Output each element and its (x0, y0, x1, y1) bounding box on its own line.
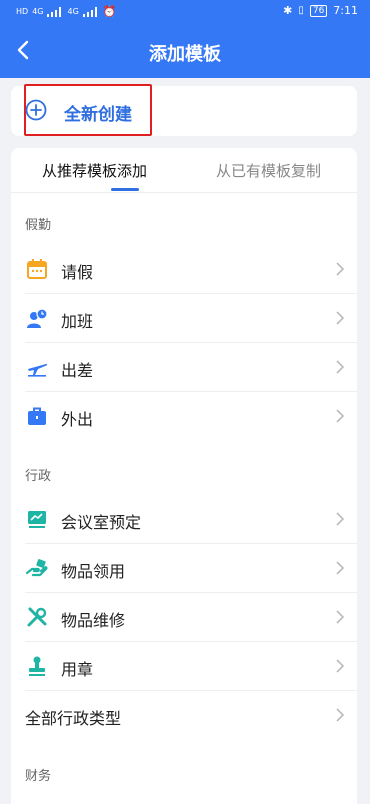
status-left: HD 4G 4G ⏰ (16, 5, 116, 18)
status-right: ✱ ▯ 76 7:11 (283, 4, 358, 17)
item-label: 用章 (61, 660, 94, 679)
list-item-business-trip[interactable]: 出差 (11, 343, 357, 392)
tools-icon (27, 607, 47, 627)
chevron-right-icon (336, 262, 345, 276)
list-item-overtime[interactable]: 加班 (11, 294, 357, 343)
sim1-label: HD (16, 7, 29, 16)
status-bar: HD 4G 4G ⏰ ✱ ▯ 76 7:11 (0, 0, 370, 24)
item-label: 外出 (61, 410, 94, 429)
chevron-right-icon (336, 409, 345, 423)
plus-circle-icon[interactable] (25, 99, 47, 121)
template-tabs: 从推荐模板添加 从已有模板复制 (11, 148, 357, 192)
list-item-all-admin-types[interactable]: 全部行政类型 (11, 691, 357, 740)
chevron-right-icon (336, 610, 345, 624)
chevron-right-icon (336, 360, 345, 374)
vibrate-icon: ▯ (298, 5, 304, 16)
time-text: 7:11 (333, 4, 358, 17)
battery-icon: 76 (309, 4, 328, 17)
list-item-leave-request[interactable]: 请假 (11, 245, 357, 294)
list-item-item-repair[interactable]: 物品维修 (11, 593, 357, 642)
airplane-icon (28, 363, 48, 377)
alarm-icon: ⏰ (102, 5, 117, 18)
chevron-right-icon (336, 512, 345, 526)
active-tab-indicator (111, 188, 139, 191)
app-header: 添加模板 (0, 24, 370, 78)
item-label: 加班 (61, 312, 94, 331)
chevron-right-icon (336, 708, 345, 722)
page-title: 添加模板 (149, 44, 221, 65)
calendar-icon (27, 259, 47, 279)
user-clock-icon (27, 308, 48, 328)
network1-label: 4G (32, 7, 44, 16)
signal2-icon (82, 6, 99, 17)
item-label: 请假 (61, 263, 94, 282)
item-label: 会议室预定 (61, 513, 142, 532)
item-label: 全部行政类型 (25, 709, 122, 728)
meeting-board-icon (28, 511, 46, 528)
item-label: 出差 (61, 361, 94, 380)
list-item-seal-use[interactable]: 用章 (11, 642, 357, 691)
chevron-right-icon (336, 561, 345, 575)
item-label: 物品维修 (61, 611, 126, 630)
chevron-right-icon (336, 659, 345, 673)
list-item-meeting-room[interactable]: 会议室预定 (11, 495, 357, 544)
item-label: 物品领用 (61, 562, 126, 581)
list-item-outing[interactable]: 外出 (11, 392, 357, 441)
signal1-icon (47, 6, 63, 17)
list-item-item-requisition[interactable]: 物品领用 (11, 544, 357, 593)
section-title-leave: 假勤 (25, 218, 52, 233)
briefcase-icon (28, 407, 46, 425)
create-new-label[interactable]: 全新创建 (64, 100, 132, 125)
tab-recommended[interactable]: 从推荐模板添加 (42, 160, 147, 181)
tab-divider (11, 192, 357, 193)
chevron-right-icon (336, 311, 345, 325)
tab-copy-existing[interactable]: 从已有模板复制 (216, 160, 321, 181)
stamp-icon (29, 656, 45, 676)
section-title-admin: 行政 (25, 469, 52, 484)
hand-receive-icon (26, 559, 48, 577)
section-title-finance: 财务 (25, 769, 52, 784)
bluetooth-icon: ✱ (283, 4, 293, 17)
network2-label: 4G (67, 7, 79, 16)
